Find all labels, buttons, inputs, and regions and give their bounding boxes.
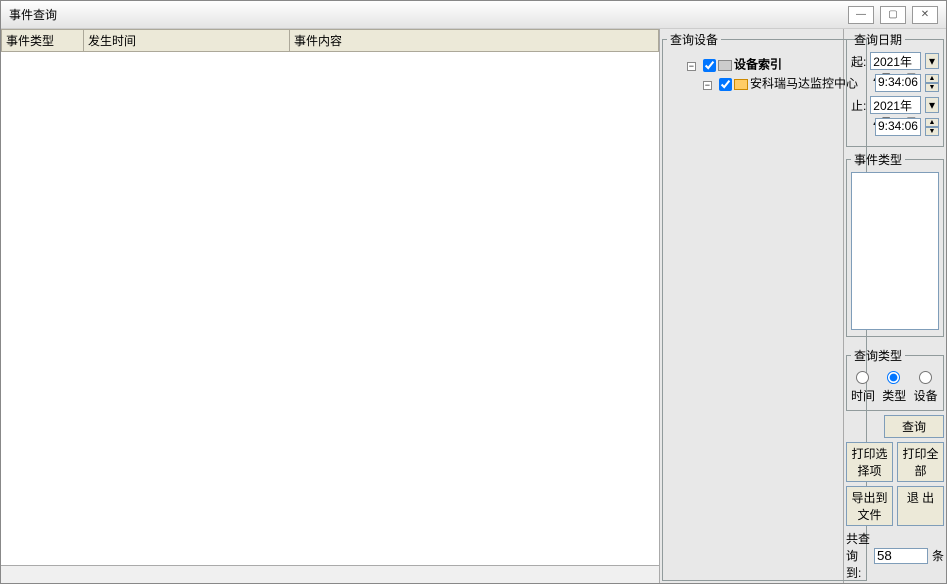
spin-down-icon[interactable]: ▼ — [925, 83, 939, 92]
minimize-button[interactable]: — — [848, 6, 874, 24]
print-all-button[interactable]: 打印全部 — [897, 442, 944, 482]
radio-time[interactable]: 时间 — [851, 368, 876, 404]
query-type-group: 查询类型 时间 类型 设备 — [846, 347, 944, 411]
device-legend: 查询设备 — [667, 31, 721, 48]
exit-button[interactable]: 退 出 — [897, 486, 944, 526]
count-unit: 条 — [932, 547, 944, 564]
event-query-window: 事件查询 — ▢ ✕ 事件类型 发生时间 事件内容 — [0, 0, 947, 584]
device-tree[interactable]: − 设备索引 − 安科瑞马达监控中心 — [667, 52, 862, 574]
event-grid[interactable]: 事件类型 发生时间 事件内容 — [1, 29, 659, 565]
count-value[interactable] — [874, 548, 928, 564]
root-checkbox[interactable] — [703, 59, 716, 72]
export-button[interactable]: 导出到文件 — [846, 486, 893, 526]
query-button[interactable]: 查询 — [884, 415, 944, 438]
collapse-icon[interactable]: − — [703, 81, 712, 90]
print-selected-button[interactable]: 打印选择项 — [846, 442, 893, 482]
event-grid-panel: 事件类型 发生时间 事件内容 — [1, 29, 660, 583]
device-center[interactable]: 安科瑞马达监控中心 — [750, 77, 858, 91]
spin-down-icon[interactable]: ▼ — [925, 127, 939, 136]
spin-up-icon[interactable]: ▲ — [925, 74, 939, 83]
close-button[interactable]: ✕ — [912, 6, 938, 24]
from-date-input[interactable]: 2021年 4月18日 — [870, 52, 921, 70]
from-date-dropdown[interactable]: ▾ — [925, 53, 939, 69]
device-root: 设备索引 — [734, 58, 782, 72]
to-time-input[interactable]: 9:34:06 — [875, 118, 921, 136]
qtype-legend: 查询类型 — [851, 347, 905, 364]
event-type-list[interactable] — [851, 172, 939, 330]
from-time-input[interactable]: 9:34:06 — [875, 74, 921, 92]
from-label: 起: — [851, 53, 866, 70]
to-date-dropdown[interactable]: ▾ — [925, 97, 939, 113]
center-checkbox[interactable] — [719, 78, 732, 91]
spin-up-icon[interactable]: ▲ — [925, 118, 939, 127]
col-event-type[interactable]: 事件类型 — [2, 30, 84, 52]
h-scrollbar[interactable] — [1, 565, 659, 583]
to-label: 止: — [851, 97, 866, 114]
maximize-button[interactable]: ▢ — [880, 6, 906, 24]
disk-icon — [718, 60, 732, 71]
date-legend: 查询日期 — [851, 31, 905, 48]
collapse-icon[interactable]: − — [687, 62, 696, 71]
titlebar: 事件查询 — ▢ ✕ — [1, 1, 946, 29]
folder-icon — [734, 79, 748, 90]
count-label: 共查询到: — [846, 530, 870, 581]
col-time[interactable]: 发生时间 — [84, 30, 290, 52]
etypes-legend: 事件类型 — [851, 151, 905, 168]
to-date-input[interactable]: 2021年 4月19日 — [870, 96, 921, 114]
date-group: 查询日期 起: 2021年 4月18日 ▾ 9:34:06 ▲▼ 止: 2021… — [846, 31, 944, 147]
event-type-group: 事件类型 — [846, 151, 944, 337]
radio-type[interactable]: 类型 — [882, 368, 907, 404]
col-content[interactable]: 事件内容 — [290, 30, 659, 52]
radio-device[interactable]: 设备 — [914, 368, 939, 404]
window-title: 事件查询 — [9, 6, 57, 23]
